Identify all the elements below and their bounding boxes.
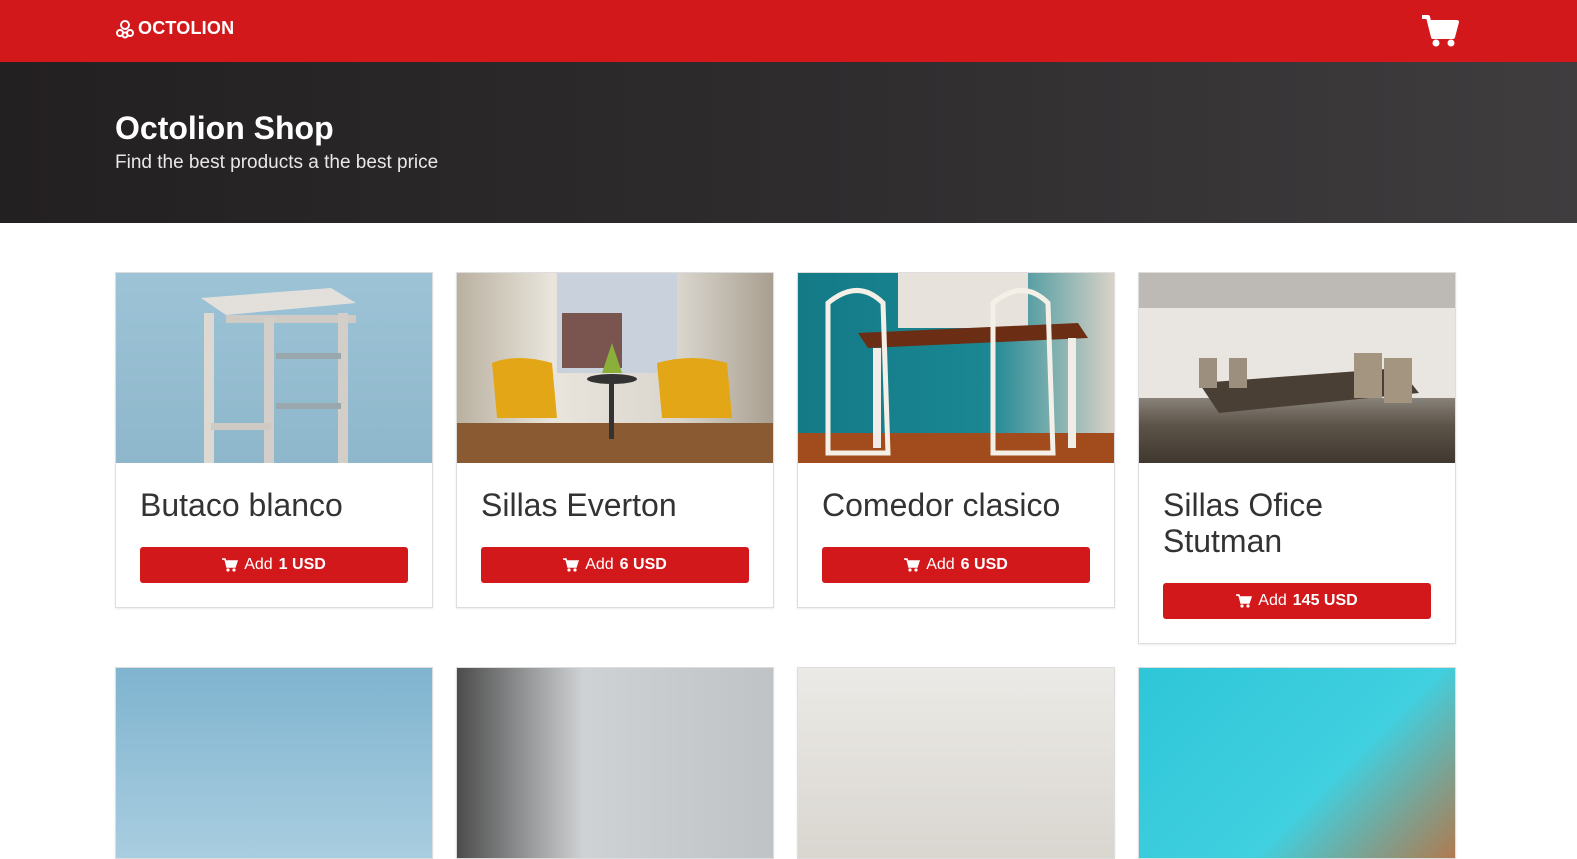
city-window-image[interactable] (457, 668, 773, 858)
product-card: Comedor clasico Add 6 USD (797, 272, 1115, 608)
product-price: 1 USD (278, 556, 326, 573)
product-grid: Butaco blanco Add 1 USD Sillas Everton A… (115, 272, 1456, 859)
product-card (1138, 667, 1456, 859)
brand-logo[interactable]: OCTOLION (115, 18, 234, 39)
add-to-cart-button[interactable]: Add 145 USD (1163, 583, 1431, 619)
top-navbar: OCTOLION (0, 0, 1577, 62)
product-price: 145 USD (1292, 592, 1358, 609)
product-price: 6 USD (960, 556, 1008, 573)
product-card (797, 667, 1115, 859)
shopping-cart-icon (1422, 15, 1459, 47)
product-image[interactable] (116, 273, 432, 463)
brand-name: OCTOLION (138, 18, 235, 38)
product-image[interactable] (798, 273, 1114, 463)
cart-icon (1236, 594, 1253, 608)
product-card (115, 667, 433, 859)
add-label: Add (926, 556, 955, 573)
living-room-image[interactable] (798, 668, 1114, 858)
product-card: Sillas Ofice Stutman Add 145 USD (1138, 272, 1456, 644)
white-stool-image (201, 288, 356, 463)
page-subtitle: Find the best products a the best price (115, 152, 439, 173)
cart-button[interactable] (1420, 13, 1460, 49)
product-card: Sillas Everton Add 6 USD (456, 272, 774, 608)
cart-icon (563, 558, 580, 572)
cart-icon (222, 558, 239, 572)
page-title: Octolion Shop (115, 110, 334, 146)
cart-icon (904, 558, 921, 572)
add-label: Add (585, 556, 614, 573)
add-to-cart-button[interactable]: Add 6 USD (822, 547, 1090, 583)
product-title: Comedor clasico (822, 487, 1061, 523)
yellow-armchairs-image (457, 273, 773, 463)
octopus-logo-icon (116, 19, 134, 38)
product-card (456, 667, 774, 859)
dining-table-image (798, 273, 1114, 463)
product-title: Sillas Everton (481, 487, 677, 523)
hero-banner: Octolion Shop Find the best products a t… (0, 62, 1577, 223)
product-image[interactable] (457, 273, 773, 463)
product-price: 6 USD (619, 556, 667, 573)
add-to-cart-button[interactable]: Add 1 USD (140, 547, 408, 583)
product-card: Butaco blanco Add 1 USD (115, 272, 433, 608)
product-title: Butaco blanco (140, 487, 343, 523)
sky-image[interactable] (116, 668, 432, 858)
product-title: Sillas Ofice Stutman (1163, 487, 1324, 559)
product-image[interactable] (1139, 273, 1455, 463)
pool-image[interactable] (1139, 668, 1455, 858)
add-to-cart-button[interactable]: Add 6 USD (481, 547, 749, 583)
add-label: Add (1258, 592, 1287, 609)
conference-room-image (1139, 273, 1455, 413)
add-label: Add (244, 556, 273, 573)
